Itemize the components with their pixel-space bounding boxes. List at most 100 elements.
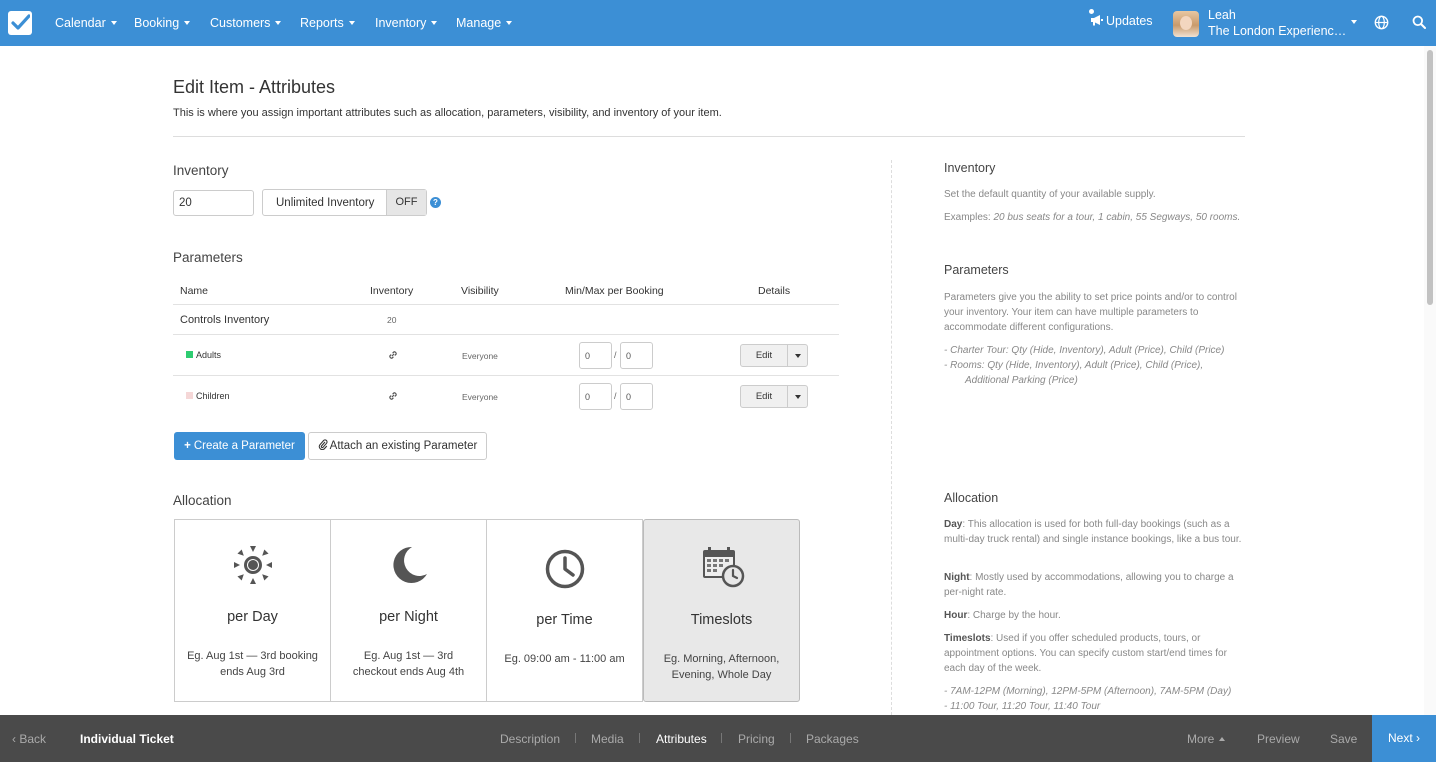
paperclip-icon	[318, 439, 328, 451]
allocation-description-line: checkout ends Aug 4th	[352, 666, 465, 678]
allocation-title: per Day	[227, 609, 278, 625]
edit-button[interactable]: Edit	[741, 386, 788, 407]
app-logo-checkmark-icon[interactable]	[8, 11, 32, 35]
step-pricing[interactable]: Pricing	[738, 732, 775, 746]
page-scrollbar[interactable]	[1424, 46, 1436, 715]
sidebar-inventory-heading: Inventory	[944, 161, 996, 175]
allocation-description: Eg. Morning, Afternoon, Evening, Whole Da…	[650, 651, 793, 683]
save-button[interactable]: Save	[1330, 732, 1357, 746]
item-name: Individual Ticket	[80, 732, 174, 746]
nav-booking[interactable]: Booking	[134, 16, 191, 30]
megaphone-icon	[1091, 15, 1103, 26]
min-per-booking-input[interactable]	[579, 342, 612, 369]
parameter-name-adults: Adults	[186, 350, 221, 360]
column-header-visibility: Visibility	[461, 285, 499, 297]
link-icon[interactable]	[387, 390, 399, 402]
nav-reports[interactable]: Reports	[300, 16, 355, 30]
nav-inventory-label: Inventory	[375, 16, 427, 30]
allocation-option-timeslots[interactable]: Timeslots Eg. Morning, Afternoon, Evening…	[643, 519, 800, 702]
allocation-option-per-day[interactable]: per Day Eg. Aug 1st — 3rd booking ends Au…	[174, 519, 331, 702]
nav-manage[interactable]: Manage	[456, 16, 513, 30]
examples-lead: Examples:	[944, 212, 994, 223]
sidebar-parameters-examples: - Charter Tour: Qty (Hide, Inventory), A…	[944, 343, 1249, 388]
hour-label: Hour	[944, 610, 968, 621]
allocation-option-per-night[interactable]: per Night Eg. Aug 1st — 3rd checkout ends…	[330, 519, 487, 702]
step-description[interactable]: Description	[500, 732, 560, 746]
clock-icon	[487, 548, 642, 595]
edit-split-button[interactable]: Edit	[740, 344, 808, 367]
allocation-description: Eg. 09:00 am - 11:00 am	[493, 651, 636, 667]
color-swatch	[186, 392, 193, 399]
search-icon[interactable]	[1412, 15, 1426, 29]
sidebar-timeslots-examples: - 7AM-12PM (Morning), 12PM-5PM (Afternoo…	[944, 684, 1249, 714]
chevron-down-icon	[110, 21, 117, 25]
allocation-description: Eg. Aug 1st — 3rd booking ends Aug 3rd	[181, 648, 324, 680]
create-parameter-label: Create a Parameter	[193, 440, 295, 452]
nav-inventory[interactable]: Inventory	[375, 16, 438, 30]
scrollbar-thumb[interactable]	[1427, 50, 1433, 305]
user-avatar[interactable]	[1173, 11, 1199, 37]
step-media[interactable]: Media	[591, 732, 624, 746]
next-button[interactable]: Next ›	[1372, 715, 1436, 762]
nav-calendar[interactable]: Calendar	[55, 16, 117, 30]
sidebar-inventory-text: Set the default quantity of your availab…	[944, 189, 1156, 200]
chevron-right-icon: ›	[1412, 731, 1421, 745]
min-max-separator: /	[614, 391, 617, 401]
user-menu-chevron-icon[interactable]	[1351, 20, 1357, 24]
user-name[interactable]: Leah	[1208, 8, 1236, 22]
calendar-clock-icon	[644, 546, 799, 593]
sun-icon	[175, 544, 330, 591]
table-divider	[173, 375, 839, 376]
user-company[interactable]: The London Experienc…	[1208, 24, 1346, 38]
column-header-min-max: Min/Max per Booking	[565, 285, 664, 297]
chevron-down-icon[interactable]	[795, 395, 801, 399]
max-per-booking-input[interactable]	[620, 342, 653, 369]
step-packages[interactable]: Packages	[806, 732, 859, 746]
parameters-heading: Parameters	[173, 250, 243, 265]
attach-parameter-button[interactable]: Attach an existing Parameter	[308, 432, 487, 460]
min-per-booking-input[interactable]	[579, 383, 612, 410]
edit-button[interactable]: Edit	[741, 345, 788, 366]
nav-customers[interactable]: Customers	[210, 16, 282, 30]
column-header-details: Details	[758, 285, 791, 297]
table-divider	[173, 304, 839, 305]
updates-button[interactable]: Updates	[1089, 9, 1153, 28]
unlimited-inventory-toggle[interactable]: Unlimited Inventory OFF	[262, 189, 427, 216]
back-button[interactable]: ‹ Back	[12, 732, 46, 746]
preview-button[interactable]: Preview	[1257, 732, 1300, 746]
sidebar-inventory-examples: Examples: 20 bus seats for a tour, 1 cab…	[944, 210, 1249, 225]
footer-bar: ‹ Back Individual Ticket Description Med…	[0, 715, 1436, 762]
more-button[interactable]: More	[1187, 732, 1226, 746]
allocation-description-line: Eg. Morning, Afternoon,	[663, 653, 780, 665]
allocation-option-per-time[interactable]: per Time Eg. 09:00 am - 11:00 am	[486, 519, 643, 702]
allocation-description-line: Evening, Whole Day	[671, 669, 772, 681]
step-attributes[interactable]: Attributes	[656, 732, 707, 746]
step-separator	[639, 733, 640, 743]
table-divider	[173, 334, 839, 335]
timeslots-example-2: - 11:00 Tour, 11:20 Tour, 11:40 Tour	[944, 701, 1101, 712]
globe-icon[interactable]	[1374, 15, 1389, 30]
help-icon[interactable]: ?	[430, 197, 441, 208]
day-label: Day	[944, 519, 963, 530]
inventory-quantity-input[interactable]	[173, 190, 254, 216]
allocation-description: Eg. Aug 1st — 3rd checkout ends Aug 4th	[337, 648, 480, 680]
chevron-down-icon[interactable]	[795, 354, 801, 358]
max-per-booking-input[interactable]	[620, 383, 653, 410]
edit-split-button[interactable]: Edit	[740, 385, 808, 408]
column-header-name: Name	[180, 285, 209, 297]
create-parameter-button[interactable]: + Create a Parameter	[174, 432, 305, 460]
link-icon[interactable]	[387, 349, 399, 361]
allocation-title: per Night	[379, 609, 438, 625]
chevron-down-icon	[348, 21, 355, 25]
chevron-down-icon	[184, 21, 191, 25]
allocation-description-line: Eg. 09:00 am - 11:00 am	[504, 653, 625, 665]
unlimited-inventory-state[interactable]: OFF	[386, 190, 426, 215]
allocation-title: per Time	[536, 612, 593, 628]
allocation-description-line: Eg. Aug 1st — 3rd booking	[187, 650, 318, 662]
page-title: Edit Item - Attributes	[173, 77, 336, 97]
parameter-name-text: Adults	[196, 350, 222, 360]
hour-text: : Charge by the hour.	[967, 610, 1061, 621]
nav-manage-label: Manage	[456, 16, 502, 30]
night-text: : Mostly used by accommodations, allowin…	[944, 572, 1234, 598]
notification-dot	[1089, 9, 1094, 14]
